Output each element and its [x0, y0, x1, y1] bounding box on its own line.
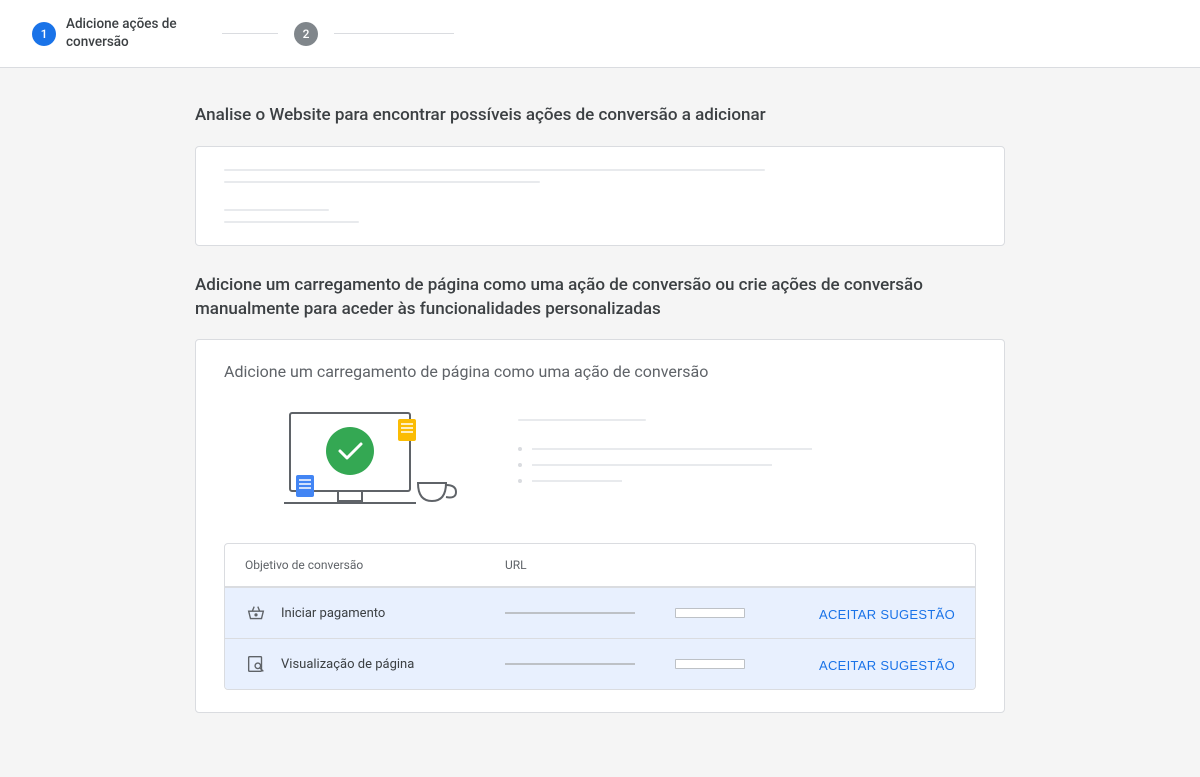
placeholder-line [224, 181, 540, 183]
pageview-icon [245, 653, 267, 675]
table-header: Objetivo de conversão URL [225, 544, 975, 587]
url-placeholder [505, 663, 635, 665]
scan-website-card [195, 146, 1005, 246]
computer-illustration [260, 405, 470, 515]
step-2: 2 [294, 22, 318, 46]
goal-icon-cell [245, 653, 281, 675]
accept-suggestion-button[interactable]: ACEITAR SUGESTÃO [819, 658, 955, 673]
placeholder-line [224, 221, 359, 223]
url-box [675, 659, 745, 669]
section-add-title: Adicione um carregamento de página como … [195, 274, 1005, 322]
stepper: 1 Adicione ações de conversão 2 [0, 0, 1200, 68]
goal-name: Visualização de página [281, 657, 505, 672]
th-action [775, 558, 955, 572]
goal-name: Iniciar pagamento [281, 606, 505, 621]
main-content: Analise o Website para encontrar possíve… [175, 68, 1025, 777]
placeholder-line [224, 209, 329, 211]
step-1-label: Adicione ações de conversão [66, 16, 206, 51]
step-connector [222, 33, 278, 34]
basket-icon [245, 602, 267, 624]
th-url: URL [505, 558, 775, 572]
url-cell [505, 608, 775, 618]
suggestions-table: Objetivo de conversão URL Iniciar pagame… [224, 543, 976, 690]
url-box [675, 608, 745, 618]
placeholder-line [518, 419, 646, 421]
card-subtitle: Adicione um carregamento de página como … [224, 362, 976, 381]
step-connector-2 [334, 33, 454, 34]
url-cell [505, 659, 775, 669]
goal-icon-cell [245, 602, 281, 624]
section-scan-title: Analise o Website para encontrar possíve… [195, 104, 1005, 128]
placeholder-line [224, 169, 765, 171]
illustration-text [518, 405, 976, 495]
step-1-circle: 1 [32, 22, 56, 46]
url-placeholder [505, 612, 635, 614]
table-row: Visualização de página ACEITAR SUGESTÃO [225, 638, 975, 689]
page-load-card: Adicione um carregamento de página como … [195, 339, 1005, 713]
illustration-row [224, 405, 976, 515]
step-2-circle: 2 [294, 22, 318, 46]
table-row: Iniciar pagamento ACEITAR SUGESTÃO [225, 587, 975, 638]
accept-suggestion-button[interactable]: ACEITAR SUGESTÃO [819, 607, 955, 622]
step-1[interactable]: 1 Adicione ações de conversão [32, 16, 206, 51]
th-goal: Objetivo de conversão [245, 558, 505, 572]
